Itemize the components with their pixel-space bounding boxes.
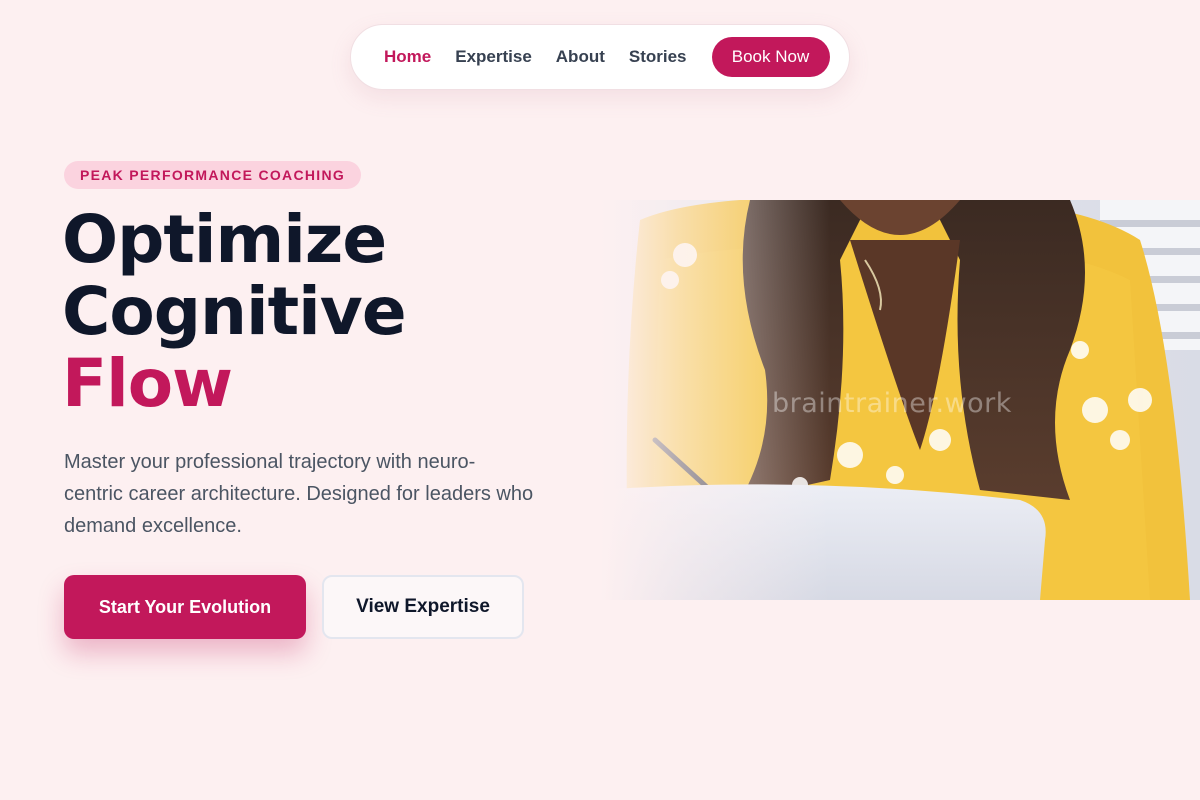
view-expertise-button[interactable]: View Expertise (322, 575, 524, 639)
landing-page: Home Expertise About Stories Book Now PE… (0, 0, 1200, 800)
book-now-button[interactable]: Book Now (711, 37, 830, 77)
hero-headline: Optimize Cognitive Flow (62, 201, 407, 422)
hero-description: Master your professional trajectory with… (64, 451, 534, 537)
top-navigation: Home Expertise About Stories Book Now (350, 24, 850, 90)
nav-link-about[interactable]: About (556, 47, 605, 67)
nav-link-home[interactable]: Home (384, 47, 431, 67)
start-evolution-button[interactable]: Start Your Evolution (64, 575, 306, 639)
hero-tagline-badge: PEAK PERFORMANCE COACHING (64, 161, 362, 189)
nav-link-stories[interactable]: Stories (629, 47, 687, 67)
headline-line-2: Cognitive (62, 273, 407, 350)
nav-link-expertise[interactable]: Expertise (455, 47, 532, 67)
hero-photo: braintrainer.work (600, 200, 1200, 600)
image-watermark: braintrainer.work (772, 388, 1012, 419)
headline-accent: Flow (62, 345, 233, 422)
headline-line-1: Optimize (62, 201, 387, 278)
